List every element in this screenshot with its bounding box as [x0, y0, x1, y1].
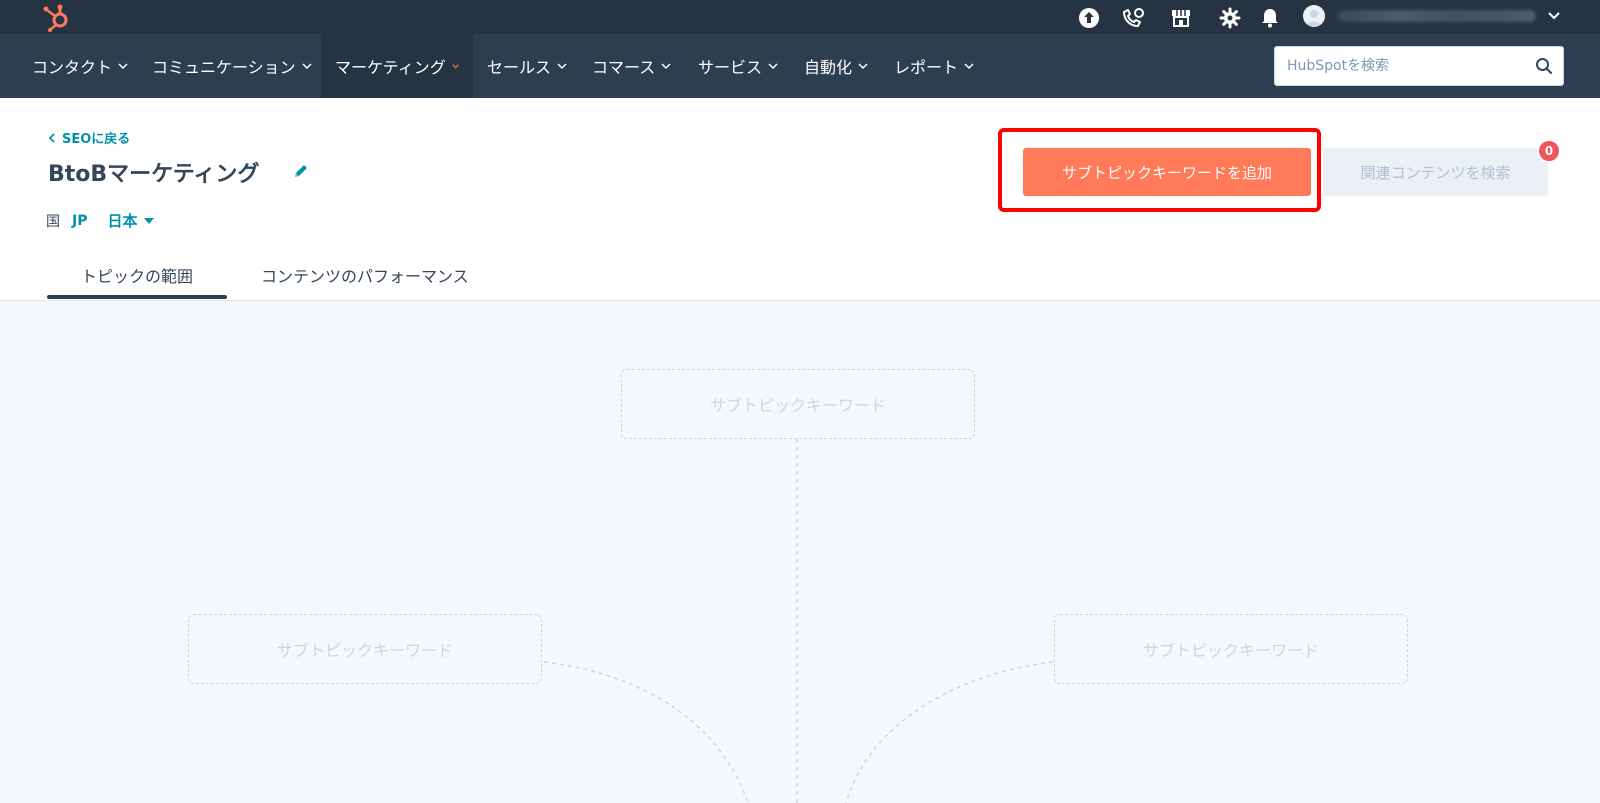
notifications-icon[interactable]: [1258, 6, 1282, 30]
calling-icon[interactable]: [1121, 6, 1145, 30]
pencil-icon[interactable]: [292, 162, 310, 180]
chevron-down-icon: [302, 62, 312, 69]
count-badge: 0: [1537, 139, 1561, 163]
nav-item-automation[interactable]: 自動化: [790, 34, 882, 98]
avatar[interactable]: [1303, 5, 1325, 27]
find-related-content-button[interactable]: 関連コンテンツを検索: [1323, 148, 1548, 196]
country-code: JP: [72, 212, 88, 229]
page-header: SEOに戻る BtoBマーケティング 国 JP 日本 サブトピックキーワードを追…: [0, 98, 1600, 301]
chevron-left-icon: [48, 132, 55, 143]
nav-item-contacts[interactable]: コンタクト: [18, 34, 142, 98]
settings-icon[interactable]: [1218, 6, 1242, 30]
nav-item-reports[interactable]: レポート: [880, 34, 988, 98]
add-subtopic-keyword-button[interactable]: サブトピックキーワードを追加: [1023, 148, 1311, 196]
nav-item-service[interactable]: サービス: [684, 34, 792, 98]
country-label: 国: [46, 213, 60, 230]
chevron-down-icon: [452, 63, 459, 68]
chevron-down-icon: [964, 62, 974, 69]
search-icon[interactable]: [1535, 57, 1553, 75]
chevron-down-icon: [557, 62, 567, 69]
upgrade-icon[interactable]: [1077, 6, 1101, 30]
marketplace-icon[interactable]: [1169, 6, 1193, 30]
topic-cluster-canvas: サブトピックキーワード サブトピックキーワード サブトピックキーワード: [0, 301, 1600, 803]
search-input[interactable]: [1275, 47, 1525, 85]
nav-item-communications[interactable]: コミュニケーション: [138, 34, 326, 98]
hubspot-logo-icon[interactable]: [40, 2, 74, 32]
back-link[interactable]: SEOに戻る: [48, 128, 130, 147]
tab-content-performance[interactable]: コンテンツのパフォーマンス: [261, 250, 469, 300]
chevron-down-icon: [768, 62, 778, 69]
top-utility-bar: [0, 0, 1600, 34]
nav-item-marketing[interactable]: マーケティング: [321, 34, 473, 98]
chevron-down-icon: [858, 62, 868, 69]
active-tab-indicator: [47, 295, 227, 299]
subtopic-keyword-node[interactable]: サブトピックキーワード: [188, 614, 542, 684]
global-search[interactable]: [1274, 46, 1564, 86]
chevron-down-icon[interactable]: [1546, 8, 1562, 24]
country-select[interactable]: 日本: [107, 210, 154, 231]
page-title: BtoBマーケティング: [48, 162, 260, 187]
subtopic-keyword-node[interactable]: サブトピックキーワード: [1054, 614, 1408, 684]
nav-item-commerce[interactable]: コマース: [578, 34, 685, 98]
caret-down-icon: [143, 217, 154, 224]
nav-item-sales[interactable]: セールス: [473, 34, 581, 98]
tab-topic-scope[interactable]: トピックの範囲: [81, 250, 193, 300]
country-row: 国 JP 日本: [46, 210, 154, 231]
account-name-redacted[interactable]: [1338, 8, 1536, 24]
chevron-down-icon: [118, 62, 128, 69]
subtopic-keyword-node[interactable]: サブトピックキーワード: [621, 369, 975, 439]
chevron-down-icon: [661, 62, 671, 69]
